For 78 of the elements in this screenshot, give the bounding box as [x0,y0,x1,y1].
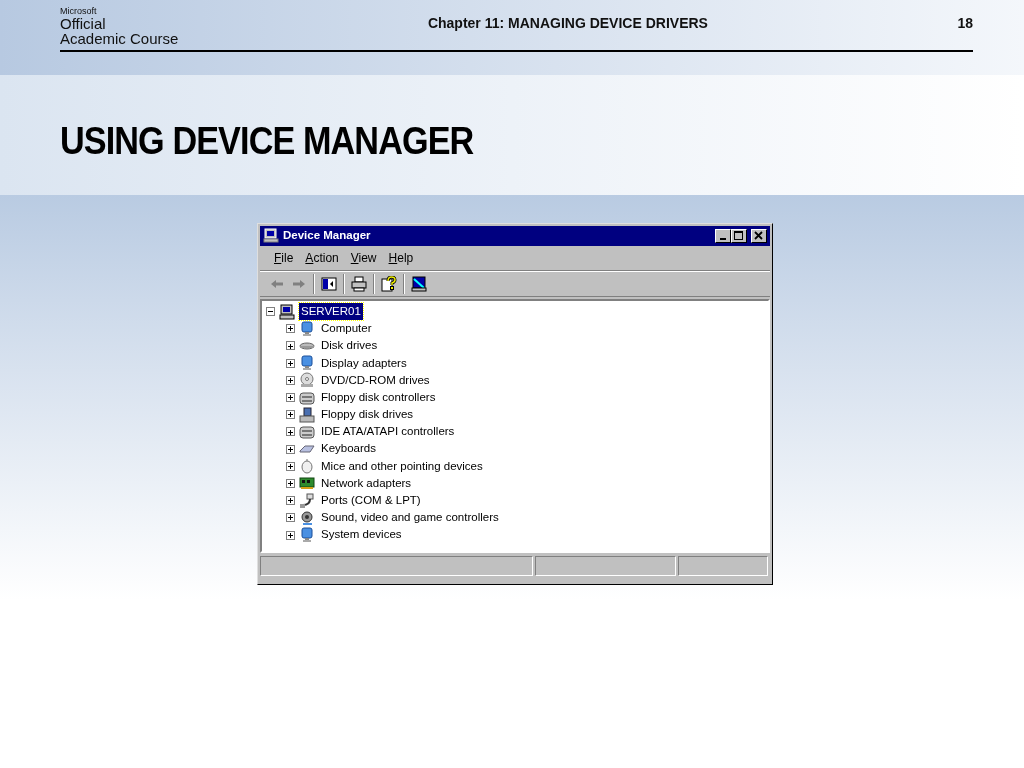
expand-toggle[interactable] [286,358,295,368]
page-number: 18 [957,13,973,33]
monitor-scan-icon [411,276,427,292]
expand-toggle[interactable] [286,393,295,403]
plus-icon [287,342,294,350]
tree-item[interactable]: Keyboards [319,440,378,458]
panel-button[interactable] [318,275,340,293]
tree-item[interactable]: DVD/CD-ROM drives [319,371,432,389]
maximize-icon [732,230,746,242]
window-title: Device Manager [283,228,372,244]
expand-toggle[interactable] [286,496,295,506]
tree-item[interactable]: Ports (COM & LPT) [319,492,423,510]
tree-item[interactable]: Mice and other pointing devices [319,457,485,475]
plus-icon [287,325,294,333]
minimize-button[interactable] [715,229,731,243]
expand-toggle[interactable] [286,410,295,420]
panel-icon [321,276,337,292]
logo-text: Official [60,16,107,31]
printer-icon [351,276,367,292]
tree-item[interactable]: Network adapters [319,474,414,493]
expand-toggle[interactable] [286,513,295,523]
plus-icon [287,531,294,539]
computer-icon [263,228,279,244]
tree-item[interactable]: IDE ATA/ATAPI controllers [319,423,457,441]
help-icon [381,276,397,292]
plus-icon [287,428,294,436]
plus-icon [287,411,294,419]
printer-button[interactable] [348,275,370,293]
speaker-icon [299,509,315,526]
floppy-drive-icon [299,406,315,423]
monitor-icon [299,355,315,372]
disc-drive-icon [299,372,315,389]
monitor-icon [299,320,315,337]
tree-item[interactable]: Display adapters [319,354,409,372]
plus-icon [287,497,294,505]
plus-icon [287,480,294,488]
plus-icon [287,359,294,367]
expand-toggle[interactable] [286,444,295,454]
logo-text: Academic Course [60,31,179,46]
tree-item[interactable]: Floppy disk drives [319,406,416,424]
expand-toggle[interactable] [286,461,295,471]
expand-toggle[interactable] [286,427,295,437]
expand-toggle[interactable] [286,324,295,334]
plus-icon [287,394,294,402]
expand-toggle[interactable] [286,341,295,351]
expand-toggle[interactable] [286,478,295,488]
menu-item[interactable]: Action [299,249,345,267]
minimize-icon [720,238,726,241]
plus-icon [287,445,294,453]
network-card-icon [299,475,315,492]
expand-toggle[interactable] [286,530,295,540]
mouse-icon [299,458,315,475]
computer-icon [279,303,295,320]
plus-icon [287,514,294,522]
menu-item[interactable]: View [344,249,383,267]
tree-item[interactable]: SERVER01 [299,302,363,321]
controller-icon [299,423,315,440]
tree-item[interactable]: Sound, video and game controllers [319,509,501,527]
port-plug-icon [299,492,315,509]
tree-item[interactable]: System devices [319,526,404,544]
tree-item[interactable]: Disk drives [319,337,380,355]
plus-icon [287,462,294,470]
close-button[interactable] [751,229,767,243]
tree-item[interactable]: Floppy disk controllers [319,388,438,407]
logo-brand-text: Microsoft [60,7,98,16]
monitor-icon [299,527,315,544]
tree-item[interactable]: Computer [319,320,374,338]
controller-icon [299,389,315,406]
expand-toggle[interactable] [286,375,295,385]
menu-item[interactable]: Help [382,249,420,267]
slide-title: USING DEVICE MANAGER [60,119,474,164]
close-icon [752,230,766,242]
chapter-heading: Chapter 11: MANAGING DEVICE DRIVERS [426,13,709,33]
menu-item[interactable]: File [268,249,300,267]
monitor-scan-button[interactable] [408,275,430,293]
collapse-toggle[interactable] [266,307,275,317]
maximize-button[interactable] [731,229,747,243]
plus-icon [287,376,294,384]
